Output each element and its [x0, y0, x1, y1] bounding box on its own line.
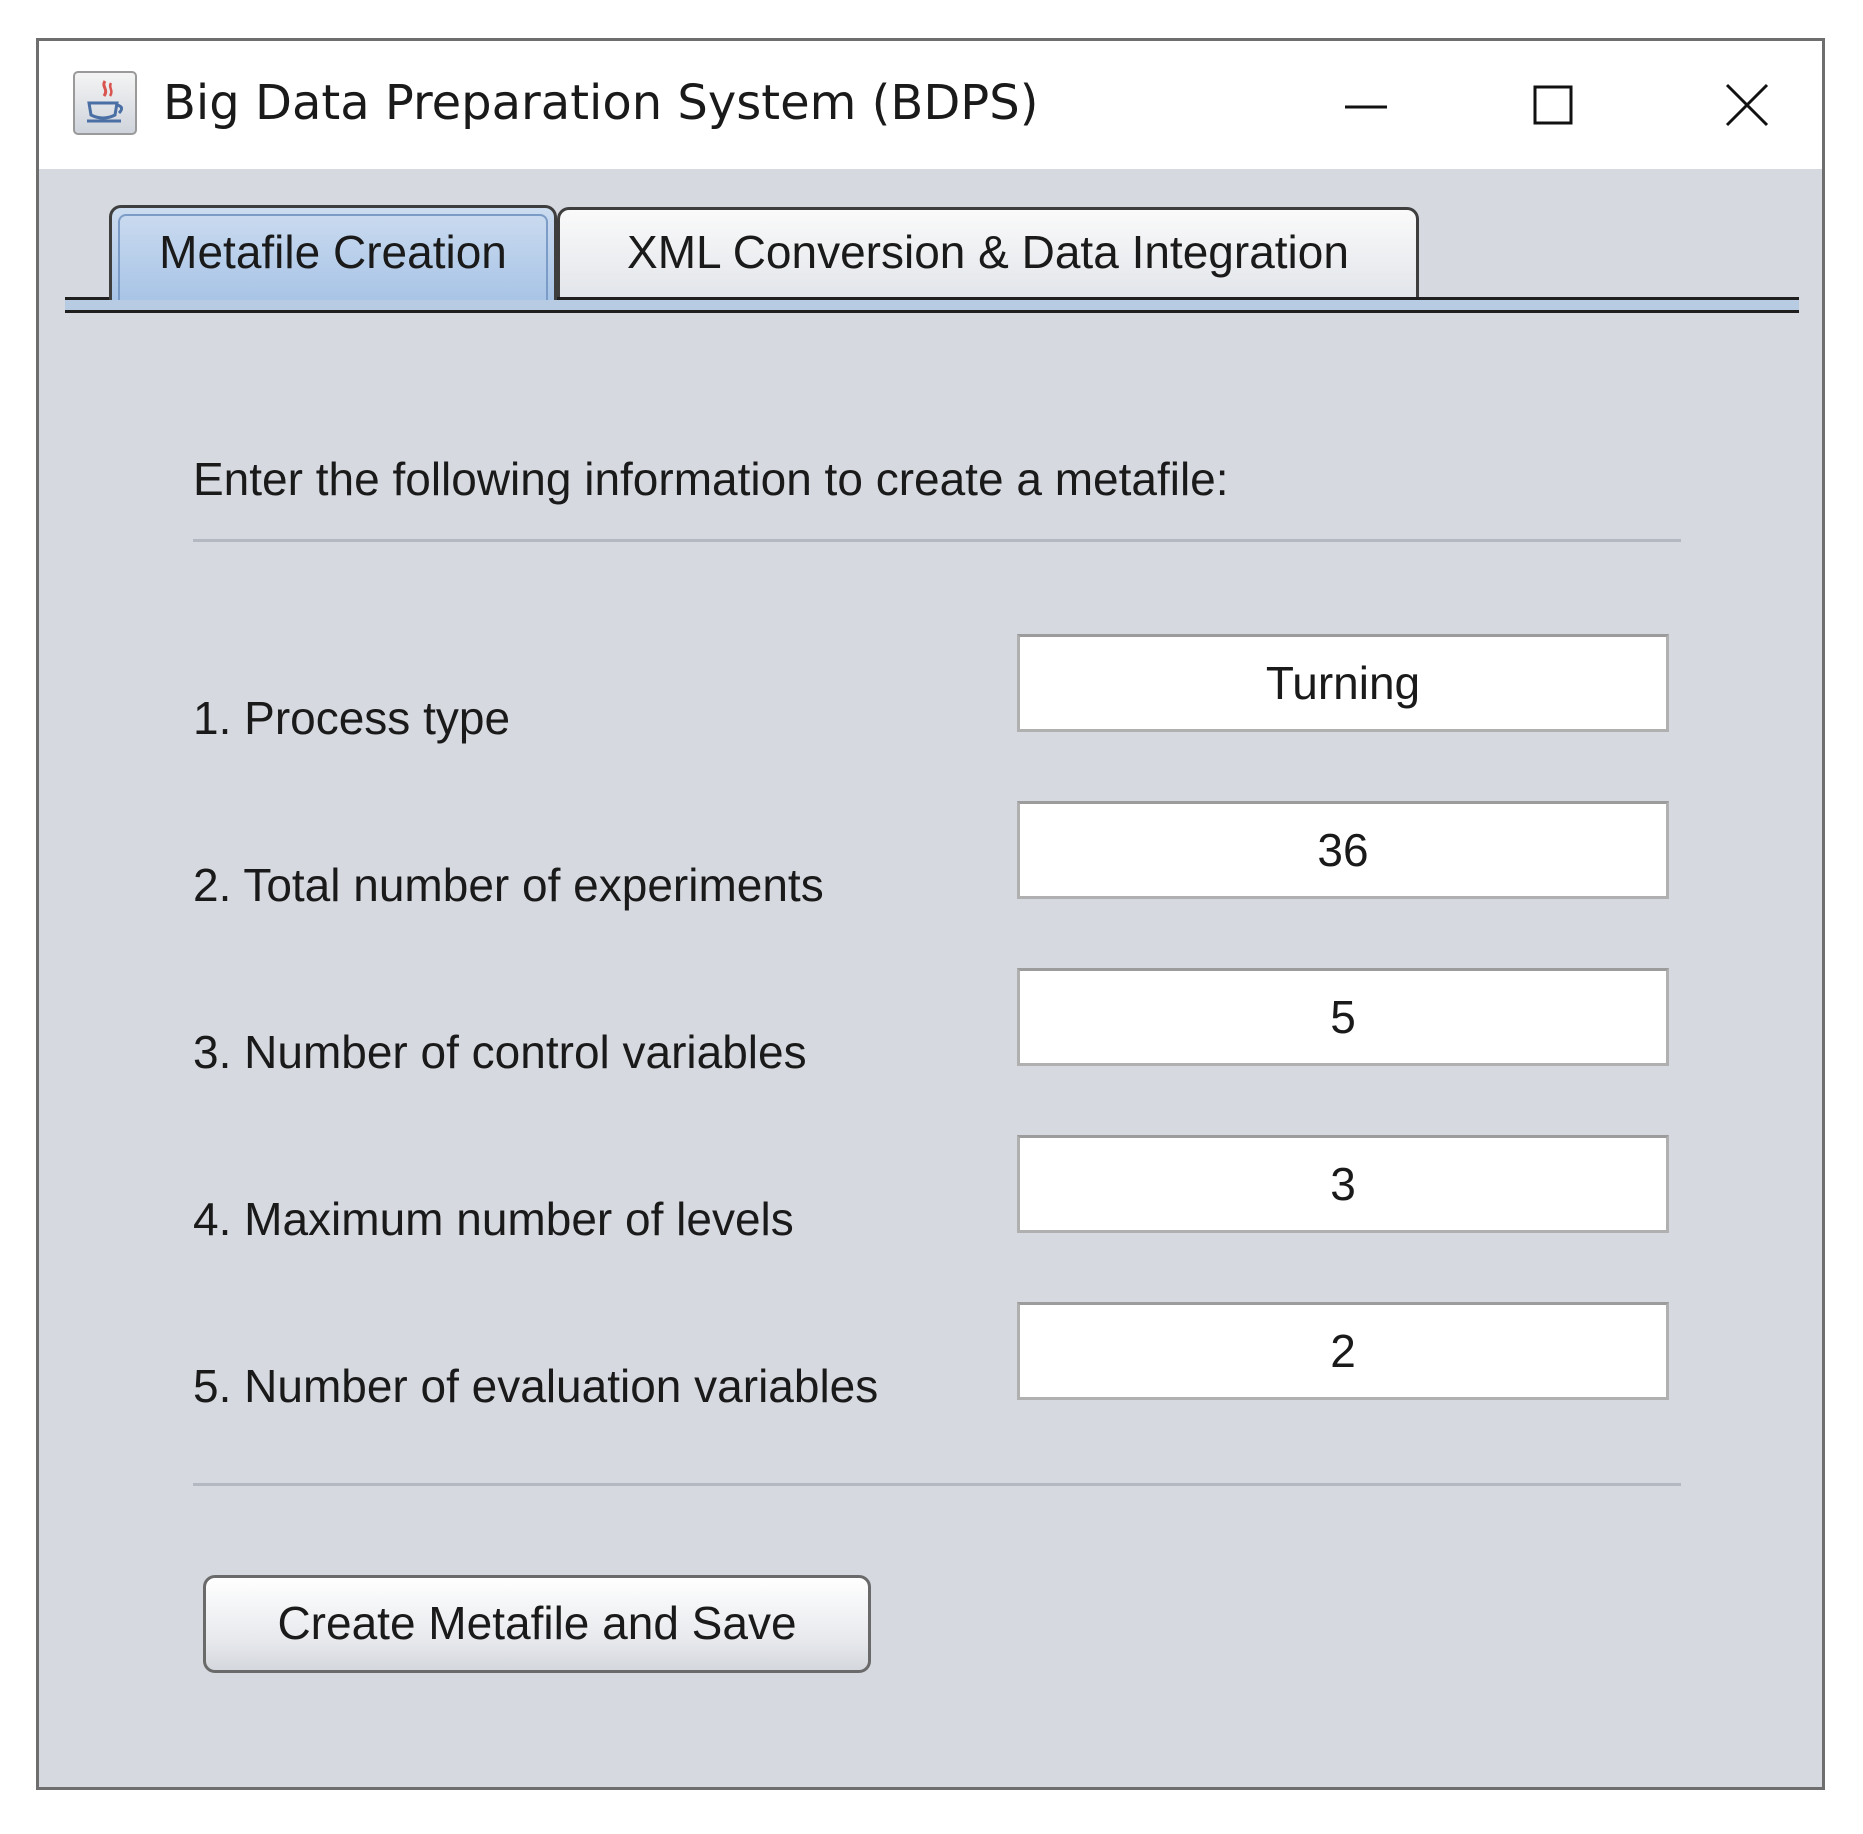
create-metafile-save-button[interactable]: Create Metafile and Save	[203, 1575, 871, 1673]
max-levels-field[interactable]: 3	[1017, 1135, 1669, 1233]
minimize-icon[interactable]	[1311, 59, 1421, 149]
control-variables-field[interactable]: 5	[1017, 968, 1669, 1066]
divider	[193, 1483, 1681, 1486]
control-variables-label: 3. Number of control variables	[193, 1026, 807, 1078]
app-window: Big Data Preparation System (BDPS) Metaf…	[36, 38, 1825, 1790]
total-experiments-label: 2. Total number of experiments	[193, 859, 824, 911]
process-type-field[interactable]: Turning	[1017, 634, 1669, 732]
form-instructions: Enter the following information to creat…	[193, 453, 1229, 505]
close-icon[interactable]	[1691, 59, 1801, 149]
maximize-icon[interactable]	[1499, 59, 1609, 149]
tab-label: XML Conversion & Data Integration	[627, 226, 1349, 278]
total-experiments-field[interactable]: 36	[1017, 801, 1669, 899]
title-bar[interactable]: Big Data Preparation System (BDPS)	[39, 41, 1822, 169]
evaluation-variables-field[interactable]: 2	[1017, 1302, 1669, 1400]
window-title: Big Data Preparation System (BDPS)	[163, 75, 1039, 131]
max-levels-label: 4. Maximum number of levels	[193, 1193, 794, 1245]
java-coffee-cup-icon	[73, 71, 137, 135]
process-type-label: 1. Process type	[193, 692, 511, 744]
tab-xml-conversion[interactable]: XML Conversion & Data Integration	[557, 207, 1419, 297]
tab-strip-band	[65, 300, 1799, 310]
tab-strip-border-lower	[65, 310, 1799, 313]
tab-label: Metafile Creation	[159, 226, 507, 278]
divider	[193, 539, 1681, 542]
evaluation-variables-label: 5. Number of evaluation variables	[193, 1360, 879, 1412]
tab-metafile-creation[interactable]: Metafile Creation	[109, 205, 557, 300]
